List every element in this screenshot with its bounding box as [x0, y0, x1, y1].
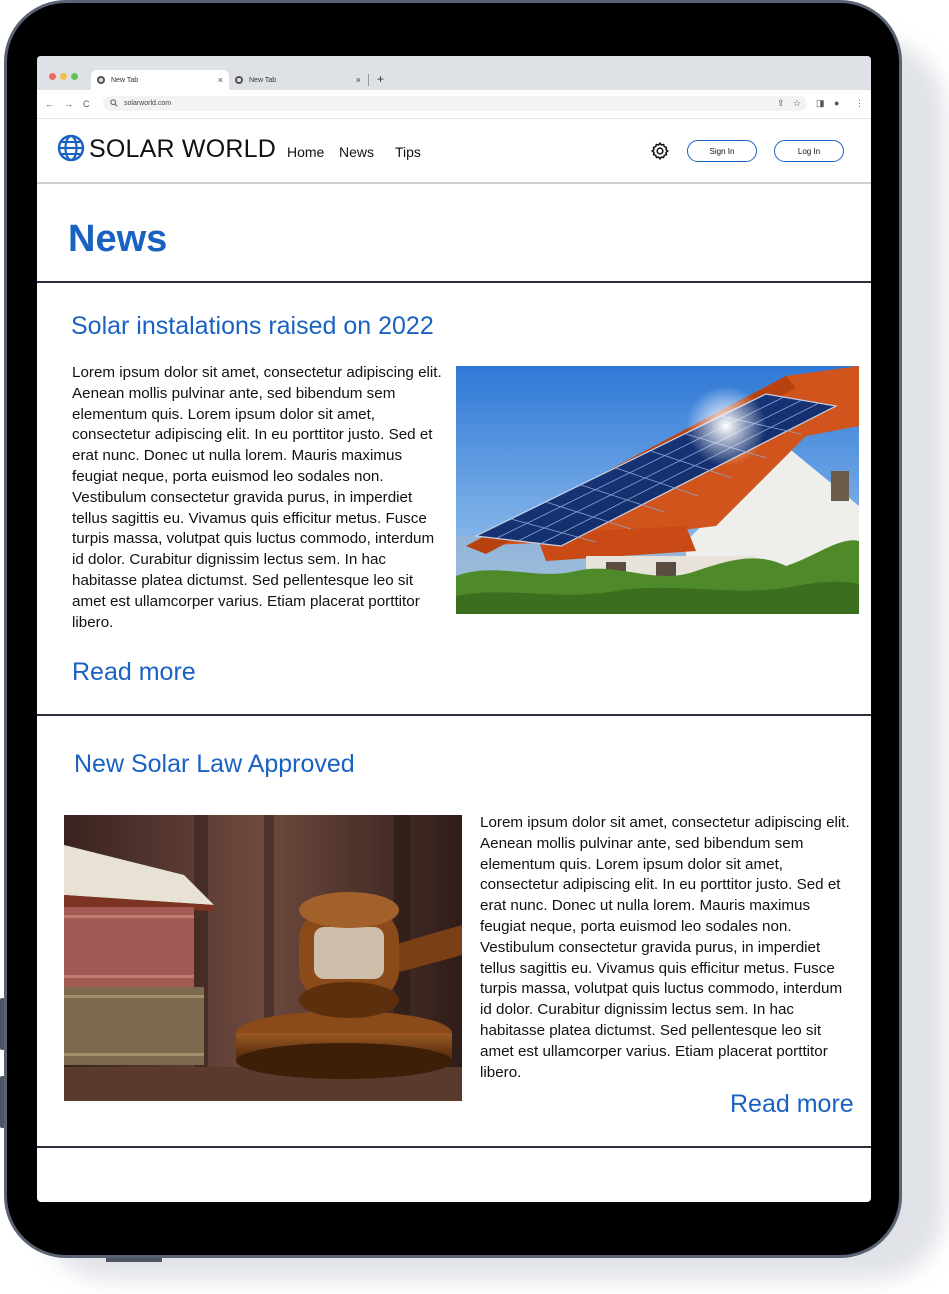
- profile-icon[interactable]: ●: [834, 98, 839, 108]
- site-logo[interactable]: SOLAR WORLD: [89, 135, 276, 164]
- solar-house-image[interactable]: [456, 366, 859, 614]
- article-title[interactable]: New Solar Law Approved: [74, 750, 355, 779]
- nav-link-tips[interactable]: Tips: [395, 144, 421, 160]
- reload-icon[interactable]: C: [83, 99, 90, 109]
- tab-label: New Tab: [111, 76, 139, 84]
- article-body: Lorem ipsum dolor sit amet, consectetur …: [72, 364, 442, 631]
- read-more-link[interactable]: Read more: [730, 1090, 854, 1119]
- site-header: SOLAR WORLD Home News Tips Sign In Log I…: [37, 118, 871, 184]
- sign-in-button[interactable]: Sign In: [687, 140, 757, 162]
- divider: [37, 1146, 871, 1148]
- back-icon[interactable]: ←: [45, 99, 54, 109]
- log-in-button[interactable]: Log In: [774, 140, 844, 162]
- window-zoom-dot[interactable]: [71, 73, 78, 80]
- gear-icon[interactable]: [650, 141, 670, 166]
- menu-icon[interactable]: ⋮: [855, 98, 864, 109]
- url-text: solarworld.com: [124, 100, 172, 107]
- gavel-books-image[interactable]: [64, 815, 462, 1101]
- browser-tab-bar: New Tab × New Tab × +: [37, 56, 871, 90]
- window-close-dot[interactable]: [49, 73, 56, 80]
- tablet-screen: New Tab × New Tab × + ← → C solarworld.c…: [37, 56, 871, 1202]
- window-minimize-dot[interactable]: [60, 73, 67, 80]
- tab-close-icon[interactable]: ×: [218, 75, 223, 85]
- forward-icon[interactable]: →: [64, 99, 73, 109]
- read-more-link[interactable]: Read more: [72, 658, 196, 687]
- nav-link-news[interactable]: News: [339, 144, 374, 160]
- share-icon[interactable]: ⇪: [777, 98, 785, 109]
- tab-label: New Tab: [249, 76, 277, 84]
- chrome-favicon-icon: [97, 76, 105, 84]
- divider: [37, 714, 871, 716]
- chrome-favicon-icon: [235, 76, 243, 84]
- browser-address-bar: ← → C solarworld.com ⇪ ☆ ◨ ● ⋮: [37, 90, 871, 119]
- article-body: Lorem ipsum dolor sit amet, consectetur …: [480, 814, 850, 1081]
- globe-icon[interactable]: [57, 134, 85, 167]
- nav-link-home[interactable]: Home: [287, 144, 324, 160]
- tab-separator: [368, 74, 369, 86]
- tab-close-icon[interactable]: ×: [356, 75, 361, 85]
- page-title: News: [68, 218, 168, 260]
- sidebar-icon[interactable]: ◨: [816, 98, 825, 109]
- search-icon: [110, 98, 118, 109]
- bookmark-star-icon[interactable]: ☆: [793, 98, 801, 109]
- url-field[interactable]: solarworld.com: [103, 96, 807, 111]
- browser-tab-2[interactable]: New Tab ×: [229, 70, 367, 90]
- divider: [37, 281, 871, 283]
- new-tab-button[interactable]: +: [377, 72, 384, 86]
- article-title[interactable]: Solar instalations raised on 2022: [71, 312, 434, 341]
- browser-tab-1[interactable]: New Tab ×: [91, 70, 229, 90]
